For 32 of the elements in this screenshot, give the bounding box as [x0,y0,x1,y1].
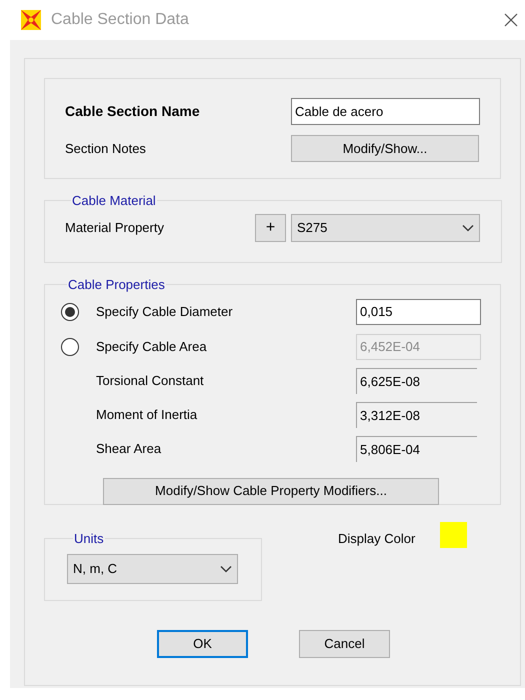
radio-label: Specify Cable Diameter [96,302,234,321]
dialog-button[interactable]: OK [157,630,248,658]
modify-show-button[interactable]: Modify/Show... [291,135,479,162]
add-material-button[interactable]: + [255,214,286,242]
radio-button[interactable] [61,302,79,320]
radio-button[interactable] [61,338,79,356]
section-notes-label: Section Notes [65,140,147,158]
units-dropdown[interactable]: N, m, C [67,554,238,584]
group-title: Cable Properties [67,276,166,294]
group-title: Cable Material [71,192,157,210]
section-name-label: Cable Section Name [65,102,201,121]
dialog-button[interactable]: Cancel [299,630,390,658]
group-title: Units [73,530,105,548]
material-property-label: Material Property [65,219,165,238]
display-color-label: Display Color [338,530,416,548]
section-name-field[interactable]: Cable de acero [291,98,480,125]
app-logo-icon [20,9,42,31]
property-label: Shear Area [96,440,162,458]
property-label: Moment of Inertia [96,406,198,424]
readonly-field[interactable]: 6,625E-08 [356,368,477,394]
value-field[interactable]: 0,015 [356,298,481,324]
window-title: Cable Section Data [51,10,189,30]
material-dropdown[interactable]: S275 [291,214,480,242]
property-modifiers-button[interactable]: Modify/Show Cable Property Modifiers... [103,478,439,504]
readonly-field[interactable]: 3,312E-08 [356,402,477,428]
chevron-down-icon [462,224,474,232]
property-label: Torsional Constant [96,372,205,390]
readonly-field[interactable]: 5,806E-04 [356,436,477,462]
chevron-down-icon [220,564,232,572]
radio-label: Specify Cable Area [96,338,208,356]
color-swatch[interactable] [440,522,468,548]
close-icon[interactable] [503,12,519,28]
